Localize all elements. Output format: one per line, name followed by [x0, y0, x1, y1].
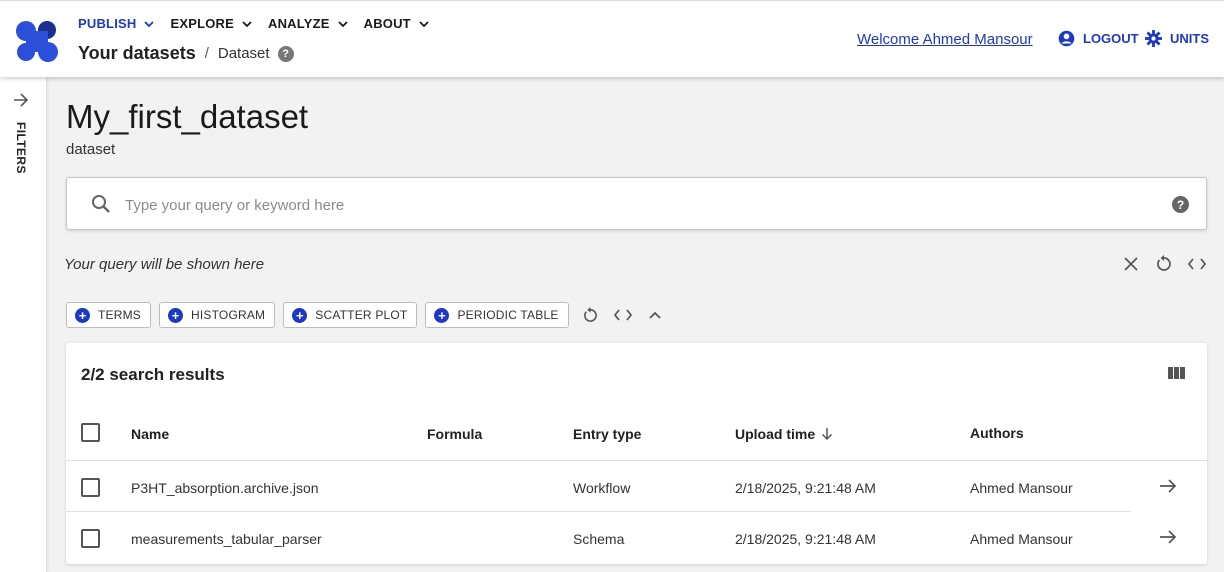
cell-name: P3HT_absorption.archive.json: [131, 480, 319, 496]
column-header-upload-time[interactable]: Upload time: [735, 426, 833, 442]
cell-authors: Ahmed Mansour: [970, 531, 1073, 547]
plus-circle-icon: +: [75, 307, 90, 323]
filters-sidebar: FILTERS: [0, 77, 47, 572]
column-header-authors[interactable]: Authors: [970, 425, 1024, 441]
code-icon[interactable]: [1188, 258, 1206, 270]
add-histogram-widget-button[interactable]: + HISTOGRAM: [159, 302, 276, 328]
search-results-panel: 2/2 search results Name Formula Entry ty…: [66, 343, 1207, 564]
column-header-formula[interactable]: Formula: [427, 426, 482, 442]
page-title: My_first_dataset: [66, 98, 309, 135]
plus-circle-icon: +: [168, 307, 183, 323]
cell-entry-type: Workflow: [573, 480, 631, 496]
logout-button[interactable]: LOGOUT: [1058, 30, 1139, 47]
chip-label: HISTOGRAM: [191, 308, 266, 322]
arrow-down-icon: [822, 428, 833, 441]
nav-analyze[interactable]: ANALYZE: [268, 16, 348, 31]
results-count: 2/2 search results: [81, 365, 225, 384]
refresh-icon: [583, 307, 597, 322]
gear-icon: [1145, 30, 1162, 47]
arrow-right-icon[interactable]: [12, 92, 30, 108]
row-checkbox[interactable]: [81, 529, 100, 548]
page-subtitle: dataset: [66, 141, 116, 158]
cell-name: measurements_tabular_parser: [131, 531, 322, 547]
breadcrumb-separator: /: [204, 45, 209, 62]
arrow-right-icon[interactable]: [1159, 478, 1177, 494]
search-input[interactable]: [123, 190, 1147, 220]
breadcrumb-current: Dataset: [217, 45, 270, 62]
nav-publish-label: PUBLISH: [78, 16, 137, 31]
reset-widgets-button[interactable]: [583, 307, 598, 323]
cell-upload-time: 2/18/2025, 9:21:48 AM: [735, 480, 876, 496]
chip-label: TERMS: [98, 308, 141, 322]
cell-authors: Ahmed Mansour: [970, 480, 1073, 496]
breadcrumb: Your datasets / Dataset ?: [78, 43, 294, 64]
breadcrumb-your-datasets[interactable]: Your datasets: [78, 43, 196, 64]
chevron-down-icon: [144, 20, 155, 27]
main-nav: PUBLISH EXPLORE ANALYZE ABOUT: [78, 16, 445, 31]
widgets-code-button[interactable]: [613, 309, 632, 321]
nav-explore[interactable]: EXPLORE: [170, 16, 252, 31]
search-icon: [92, 195, 110, 213]
chevron-down-icon: [419, 20, 429, 27]
row-divider: [66, 460, 1207, 461]
filters-toggle[interactable]: FILTERS: [14, 122, 28, 174]
column-header-upload-time-label: Upload time: [735, 426, 816, 442]
nav-about-label: ABOUT: [363, 16, 411, 31]
welcome-user-link[interactable]: Welcome Ahmed Mansour: [857, 31, 1033, 48]
row-checkbox[interactable]: [81, 478, 100, 497]
cell-entry-type: Schema: [573, 531, 625, 547]
widget-chips: + TERMS + HISTOGRAM + SCATTER PLOT + PER…: [66, 302, 670, 328]
code-icon: [613, 309, 632, 321]
plus-circle-icon: +: [434, 307, 450, 323]
column-header-entry-type[interactable]: Entry type: [573, 426, 641, 442]
chevron-up-icon: [648, 311, 661, 319]
search-box: ?: [66, 177, 1207, 230]
column-header-name[interactable]: Name: [131, 426, 169, 442]
chip-label: SCATTER PLOT: [315, 308, 408, 322]
help-circle-icon[interactable]: ?: [277, 45, 294, 62]
add-scatter-plot-widget-button[interactable]: + SCATTER PLOT: [283, 302, 418, 328]
units-label: UNITS: [1170, 31, 1209, 46]
nav-publish[interactable]: PUBLISH: [78, 16, 155, 31]
add-periodic-table-widget-button[interactable]: + PERIODIC TABLE: [425, 302, 569, 328]
account-circle-icon: [1058, 30, 1075, 47]
collapse-widgets-button[interactable]: [648, 310, 662, 320]
row-divider: [66, 511, 1131, 512]
query-preview: Your query will be shown here: [64, 256, 265, 273]
help-circle-icon[interactable]: ?: [1172, 196, 1189, 213]
chip-label: PERIODIC TABLE: [457, 308, 559, 322]
cell-upload-time: 2/18/2025, 9:21:48 AM: [735, 531, 876, 547]
chevron-down-icon: [242, 20, 252, 27]
chevron-down-icon: [337, 20, 348, 27]
refresh-icon[interactable]: [1156, 255, 1172, 272]
plus-circle-icon: +: [292, 307, 308, 323]
units-button[interactable]: UNITS: [1145, 30, 1209, 47]
view-column-icon[interactable]: [1168, 366, 1185, 380]
close-icon[interactable]: [1124, 257, 1138, 271]
top-app-bar: PUBLISH EXPLORE ANALYZE ABOUT Your datas…: [0, 0, 1224, 77]
nav-explore-label: EXPLORE: [170, 16, 234, 31]
select-all-checkbox[interactable]: [81, 423, 100, 442]
nav-analyze-label: ANALYZE: [268, 16, 330, 31]
add-terms-widget-button[interactable]: + TERMS: [66, 302, 151, 328]
logout-label: LOGOUT: [1083, 31, 1139, 46]
nav-about[interactable]: ABOUT: [364, 16, 429, 31]
app-logo[interactable]: [14, 19, 60, 63]
arrow-right-icon[interactable]: [1159, 529, 1177, 545]
